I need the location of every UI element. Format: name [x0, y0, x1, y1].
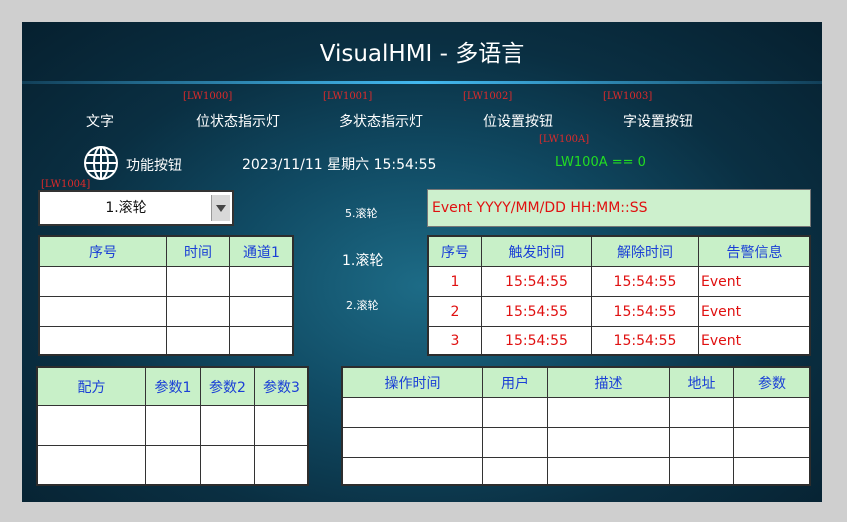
alarm-cell-index: 1	[428, 266, 482, 297]
op-header-desc: 描述	[547, 367, 670, 398]
alarm-header-trigger: 触发时间	[481, 236, 592, 267]
scroll-select[interactable]: 1.滚轮	[38, 190, 234, 226]
tag-lw1003: [LW1003]	[603, 91, 653, 102]
alarm-cell-trigger: 15:54:55	[481, 326, 592, 355]
page-title: VisualHMI - 多语言	[319, 41, 525, 67]
word-set-button[interactable]: 字设置按钮	[623, 111, 693, 131]
multi-lamp-widget[interactable]: 多状态指示灯	[339, 111, 423, 131]
globe-icon[interactable]	[83, 145, 119, 181]
scroll-item-selected[interactable]: 1.滚轮	[342, 250, 383, 270]
alarm-cell-message: Event	[698, 326, 811, 355]
table-row	[342, 427, 811, 458]
recipe-header-param1: 参数1	[145, 367, 201, 406]
bit-set-button[interactable]: 位设置按钮	[483, 111, 553, 131]
tag-lw1000: [LW1000]	[183, 91, 233, 102]
trend-header-index: 序号	[39, 236, 167, 267]
op-header-time: 操作时间	[342, 367, 483, 398]
alarm-cell-clear: 15:54:55	[591, 266, 699, 297]
title-divider	[22, 81, 822, 84]
op-header-param: 参数	[733, 367, 811, 398]
scroll-item-bottom[interactable]: 2.滚轮	[346, 297, 379, 313]
table-row[interactable]	[37, 445, 309, 485]
trend-header-channel1: 通道1	[229, 236, 294, 267]
scroll-select-value: 1.滚轮	[105, 200, 147, 216]
alarm-cell-trigger: 15:54:55	[481, 296, 592, 327]
tag-lw1002: [LW1002]	[463, 91, 513, 102]
recipe-header-param2: 参数2	[200, 367, 255, 406]
op-header-address: 地址	[669, 367, 734, 398]
alarm-header-message: 告警信息	[698, 236, 811, 267]
alarm-cell-message: Event	[698, 266, 811, 297]
alarm-table: 序号 触发时间 解除时间 告警信息 1 15:54:55 15:54:55 Ev…	[428, 236, 811, 355]
alarm-header-index: 序号	[428, 236, 482, 267]
trend-header-time: 时间	[166, 236, 230, 267]
op-header-user: 用户	[482, 367, 548, 398]
table-row	[342, 397, 811, 428]
trend-table: 序号 时间 通道1	[39, 236, 294, 355]
hmi-screen: VisualHMI - 多语言 [LW1000] [LW1001] [LW100…	[22, 22, 822, 502]
alarm-cell-index: 2	[428, 296, 482, 327]
tag-lw100a: [LW100A]	[539, 134, 590, 145]
alarm-header-clear: 解除时间	[591, 236, 699, 267]
datetime-display: 2023/11/11 星期六 15:54:55	[242, 157, 437, 173]
table-row	[39, 326, 294, 355]
table-row	[39, 296, 294, 327]
table-row	[342, 457, 811, 486]
recipe-header-name: 配方	[37, 367, 146, 406]
text-widget-label: 文字	[86, 114, 114, 130]
recipe-table: 配方 参数1 参数2 参数3	[37, 367, 309, 485]
event-time-display: Event YYYY/MM/DD HH:MM::SS	[427, 189, 811, 227]
function-button[interactable]: 功能按钮	[126, 155, 182, 175]
bit-lamp-widget[interactable]: 位状态指示灯	[196, 111, 280, 131]
table-row[interactable]: 1 15:54:55 15:54:55 Event	[428, 266, 811, 297]
table-row[interactable]	[37, 405, 309, 446]
tag-lw1001: [LW1001]	[323, 91, 373, 102]
table-row	[39, 266, 294, 297]
table-row[interactable]: 2 15:54:55 15:54:55 Event	[428, 296, 811, 327]
alarm-cell-trigger: 15:54:55	[481, 266, 592, 297]
chevron-down-icon[interactable]	[211, 195, 230, 221]
alarm-cell-message: Event	[698, 296, 811, 327]
scroll-item-top[interactable]: 5.滚轮	[345, 205, 378, 221]
alarm-cell-clear: 15:54:55	[591, 296, 699, 327]
recipe-header-param3: 参数3	[254, 367, 309, 406]
operation-log-table: 操作时间 用户 描述 地址 参数	[342, 367, 811, 486]
condition-status: LW100A == 0	[555, 155, 646, 170]
table-row[interactable]: 3 15:54:55 15:54:55 Event	[428, 326, 811, 355]
alarm-cell-index: 3	[428, 326, 482, 355]
alarm-cell-clear: 15:54:55	[591, 326, 699, 355]
